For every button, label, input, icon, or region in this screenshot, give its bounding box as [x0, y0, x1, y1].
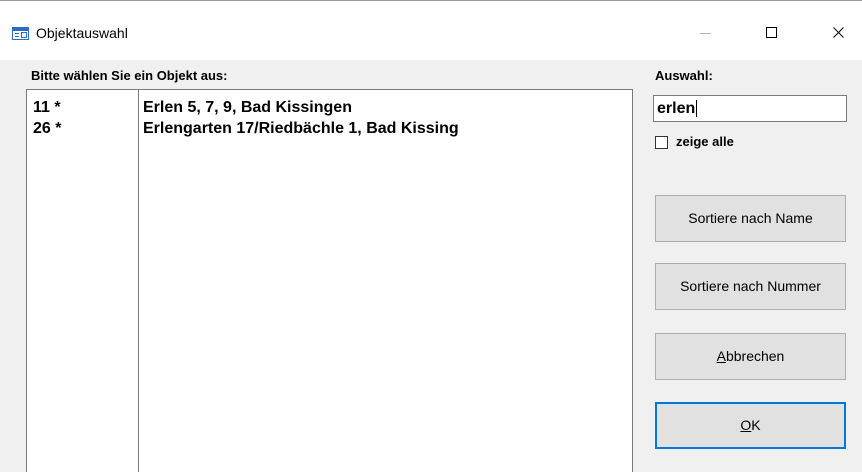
text-caret	[696, 100, 698, 118]
column-divider	[138, 90, 139, 472]
ok-label: K	[751, 417, 761, 433]
show-all-label[interactable]: zeige alle	[676, 134, 734, 149]
row-number: 11 *	[33, 99, 61, 116]
list-prompt: Bitte wählen Sie ein Objekt aus:	[31, 68, 228, 83]
row-number: 26 *	[33, 120, 62, 137]
form-icon	[12, 27, 29, 40]
cancel-label: bbrechen	[725, 348, 785, 364]
list-row[interactable]: 26 * Erlengarten 17/Riedbächle 1, Bad Ki…	[27, 118, 632, 139]
sort-by-name-label: Sortiere nach Name	[688, 210, 813, 226]
title-bar[interactable]: Objektauswahl	[0, 1, 862, 60]
minimize-button[interactable]	[683, 18, 729, 48]
object-listbox[interactable]: 11 * Erlen 5, 7, 9, Bad Kissingen 26 * E…	[26, 89, 633, 472]
filter-value: erlen	[657, 100, 696, 117]
close-icon	[833, 27, 844, 38]
ok-access-key: O	[740, 417, 752, 433]
minimize-icon	[700, 33, 711, 34]
ok-button[interactable]: OK	[655, 402, 846, 449]
show-all-checkbox[interactable]	[655, 136, 668, 149]
row-name: Erlen 5, 7, 9, Bad Kissingen	[143, 99, 352, 116]
list-row[interactable]: 11 * Erlen 5, 7, 9, Bad Kissingen	[27, 97, 632, 118]
cancel-button[interactable]: Abbrechen	[655, 333, 846, 380]
sort-by-number-label: Sortiere nach Nummer	[680, 278, 821, 294]
close-button[interactable]	[815, 18, 862, 48]
maximize-button[interactable]	[749, 18, 795, 48]
sort-by-name-button[interactable]: Sortiere nach Name	[655, 195, 846, 242]
window-title: Objektauswahl	[36, 25, 128, 41]
cancel-access-key: A	[716, 348, 726, 364]
sort-by-number-button[interactable]: Sortiere nach Nummer	[655, 263, 846, 310]
filter-input[interactable]: erlen	[653, 95, 847, 122]
filter-label: Auswahl:	[655, 68, 713, 83]
row-name: Erlengarten 17/Riedbächle 1, Bad Kissing	[143, 120, 459, 137]
maximize-icon	[766, 27, 777, 38]
